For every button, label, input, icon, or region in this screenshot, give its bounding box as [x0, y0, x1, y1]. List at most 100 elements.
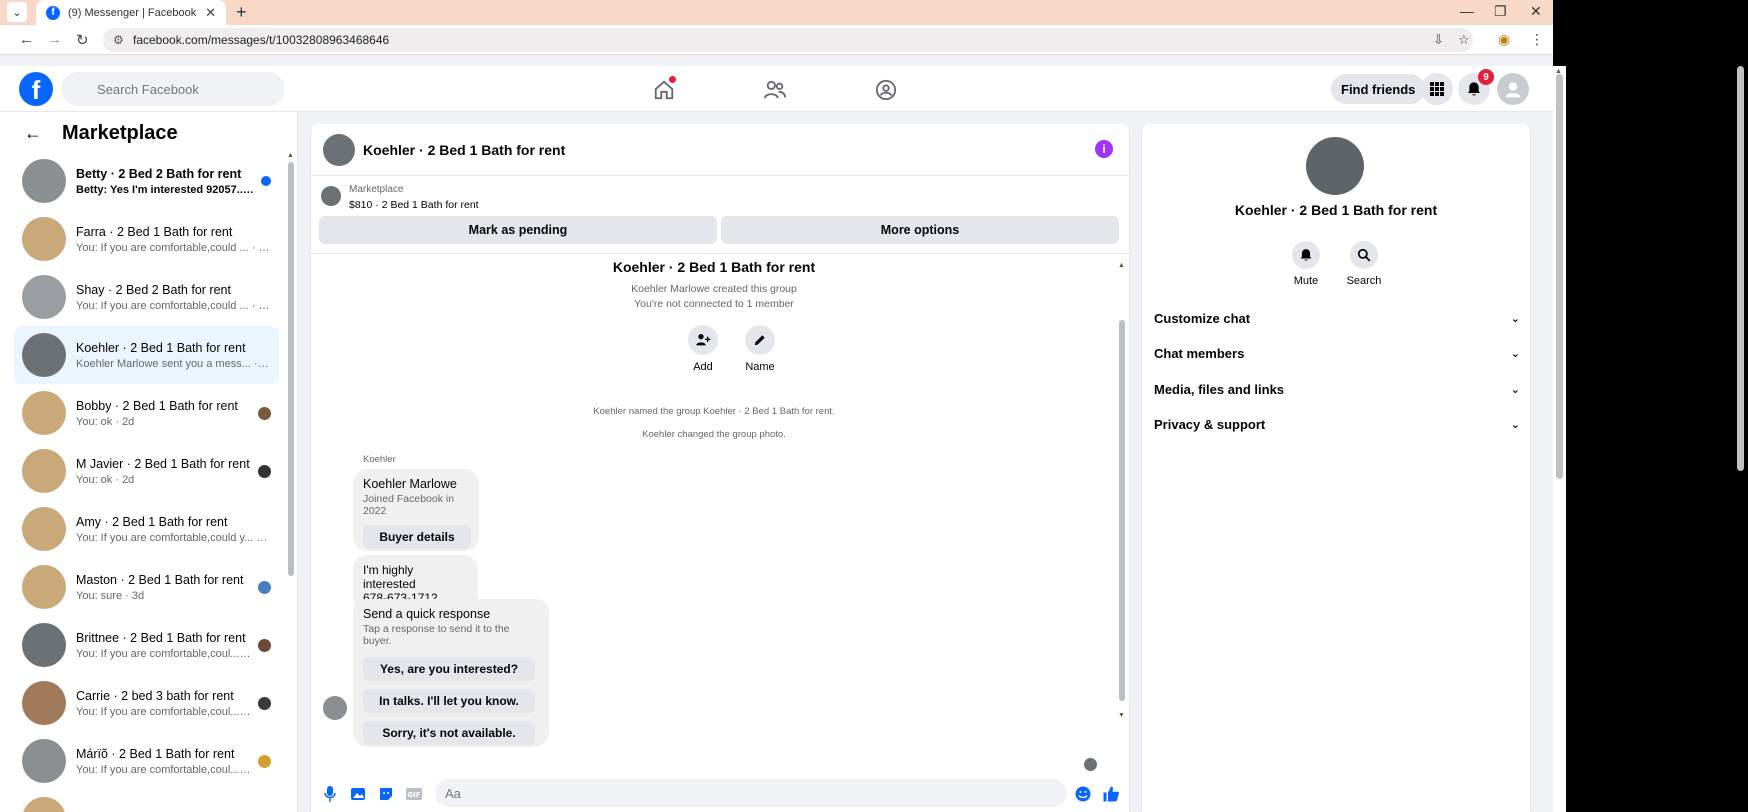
unread-dot — [261, 176, 271, 186]
gif-icon[interactable]: GIF — [405, 785, 423, 803]
conversation-item[interactable]: Brittnee · 2 Bed 1 Bath for rent You: If … — [14, 616, 279, 674]
conversation-item[interactable]: Maston · 2 Bed 1 Bath for rent You: sure … — [14, 558, 279, 616]
preview-text: You: sure · 3d — [76, 589, 145, 602]
preview-text: You: If you are comfortable,coul... — [76, 763, 240, 776]
conversation-info-icon[interactable]: i — [1095, 140, 1113, 158]
chat-members-section[interactable]: Chat members ⌄ — [1154, 338, 1520, 368]
photo-icon[interactable] — [349, 785, 367, 803]
message-thread: Koehler · 2 Bed 1 Bath for rent Koehler … — [311, 255, 1117, 777]
find-friends-button[interactable]: Find friends — [1331, 74, 1426, 104]
forward-button[interactable]: → — [47, 31, 62, 48]
chat-title[interactable]: Koehler · 2 Bed 1 Bath for rent — [363, 142, 565, 158]
sender-avatar[interactable] — [323, 696, 347, 720]
outer-scrollbar[interactable] — [1735, 66, 1745, 812]
scroll-up-arrow[interactable]: ▲ — [287, 152, 294, 159]
conversation-name: Amy · 2 Bed 1 Bath for rent — [76, 514, 228, 529]
back-arrow-icon[interactable]: ← — [24, 123, 42, 144]
name-label: Name — [745, 361, 775, 373]
search-facebook-input[interactable] — [61, 72, 285, 106]
section-label: Media, files and links — [1154, 381, 1285, 397]
conversation-time: · 25m — [251, 241, 271, 254]
site-info-icon[interactable]: ⚙ — [113, 33, 124, 47]
conversation-item[interactable]: Koehler · 2 Bed 1 Bath for rent Koehler M… — [14, 326, 279, 384]
conversation-preview: You: sure · 3d — [76, 590, 252, 602]
close-window-button[interactable]: ✕ — [1530, 3, 1542, 20]
conversation-item[interactable]: Amy · 2 Bed 1 Bath for rent You: If you a… — [14, 500, 279, 558]
reload-button[interactable]: ↻ — [76, 31, 89, 49]
minimize-button[interactable]: — — [1460, 3, 1474, 19]
new-tab-button[interactable]: + — [236, 2, 247, 23]
conversation-item[interactable]: Bobby · 2 Bed 1 Bath for rent You: ok · 2… — [14, 384, 279, 442]
quick-response-yes-button[interactable]: Yes, are you interested? — [363, 657, 535, 681]
conversation-item[interactable]: M Javier · 2 Bed 1 Bath for rent You: ok … — [14, 442, 279, 500]
message-input[interactable] — [435, 779, 1067, 807]
privacy-support-section[interactable]: Privacy & support ⌄ — [1154, 409, 1520, 439]
conversation-preview: You: If you are comfortable,coul... · 3d — [76, 706, 252, 718]
seen-avatar — [258, 580, 271, 594]
sender-name: Koehler — [363, 454, 396, 465]
chevron-down-icon: ⌄ — [1510, 418, 1520, 431]
conversation-thumbnail — [22, 623, 66, 667]
browser-tab[interactable]: f (9) Messenger | Facebook ✕ — [36, 0, 226, 25]
svg-text:GIF: GIF — [407, 791, 420, 799]
page-scrollbar[interactable]: ▲ — [1553, 66, 1566, 812]
mute-action[interactable]: Mute — [1281, 241, 1331, 287]
url-bar[interactable]: ⚙ facebook.com/messages/t/10032808963468… — [103, 28, 1473, 52]
buyer-details-button[interactable]: Buyer details — [363, 525, 471, 549]
read-receipt-avatar — [1084, 758, 1097, 771]
listing-price[interactable]: $810 · 2 Bed 1 Bath for rent — [349, 199, 479, 211]
conversation-item[interactable]: Márïõ · 2 Bed 1 Bath for rent You: If you… — [14, 732, 279, 790]
browser-window: ⌄ f (9) Messenger | Facebook ✕ + — ❐ ✕ ←… — [0, 0, 1553, 812]
section-label: Customize chat — [1154, 310, 1251, 326]
quick-response-not-available-button[interactable]: Sorry, it's not available. — [363, 721, 535, 745]
bell-icon — [1468, 82, 1480, 96]
group-photo[interactable] — [1306, 137, 1364, 195]
friends-nav-icon[interactable] — [761, 76, 789, 104]
conversation-item[interactable]: Betty · 2 Bed 2 Bath for rent Betty: Yes … — [14, 152, 279, 210]
search-in-chat-action[interactable]: Search — [1339, 241, 1389, 287]
conversation-item[interactable]: Shay · 2 Bed 2 Bath for rent You: If you … — [14, 268, 279, 326]
conversation-item[interactable]: Farra · 2 Bed 1 Bath for rent You: If you… — [14, 210, 279, 268]
browser-menu-icon[interactable]: ⋮ — [1530, 31, 1544, 48]
chevron-down-icon: ⌄ — [1510, 347, 1520, 360]
address-bar: ← → ↻ ⚙ facebook.com/messages/t/10032808… — [0, 25, 1553, 55]
conversation-scrollbar[interactable] — [288, 162, 294, 576]
conversation-name: Shay · 2 Bed 2 Bath for rent — [76, 282, 231, 297]
listing-thumbnail[interactable] — [321, 186, 341, 206]
conversation-time: · 12h — [253, 357, 271, 370]
back-button[interactable]: ← — [19, 31, 34, 48]
bookmark-star-icon[interactable]: ☆ — [1458, 32, 1470, 48]
close-tab-icon[interactable]: ✕ — [205, 5, 216, 21]
quick-response-bubble: Send a quick response Tap a response to … — [353, 599, 549, 747]
conversation-preview: You: ok · 2d — [76, 416, 252, 428]
notifications-badge: 9 — [1478, 69, 1494, 85]
thumbs-up-icon[interactable] — [1102, 785, 1120, 803]
system-message-rename: Koehler named the group Koehler · 2 Bed … — [593, 406, 835, 417]
chat-scrollbar[interactable]: ▲ ▼ — [1118, 262, 1125, 719]
media-files-links-section[interactable]: Media, files and links ⌄ — [1154, 374, 1520, 404]
chat-avatar[interactable] — [323, 133, 355, 166]
more-options-button[interactable]: More options — [721, 216, 1119, 244]
rename-group-action[interactable]: Name — [735, 325, 785, 373]
account-avatar[interactable] — [1497, 73, 1529, 105]
menu-grid-button[interactable] — [1421, 73, 1453, 105]
facebook-logo[interactable]: f — [19, 72, 53, 106]
notifications-button[interactable]: 9 — [1458, 69, 1494, 105]
conversation-item[interactable]: Carrie · 2 bed 3 bath for rent You: If yo… — [14, 674, 279, 732]
tab-search-button[interactable]: ⌄ — [7, 2, 27, 22]
add-member-action[interactable]: Add — [678, 325, 728, 373]
install-app-icon[interactable]: ⇩ — [1433, 32, 1444, 48]
conversation-name: Márïõ · 2 Bed 1 Bath for rent — [76, 746, 235, 761]
profile-icon[interactable]: ◉ — [1498, 31, 1510, 48]
groups-nav-icon[interactable] — [872, 76, 900, 104]
restore-button[interactable]: ❐ — [1494, 3, 1507, 20]
home-nav-icon[interactable] — [650, 76, 678, 104]
customize-chat-section[interactable]: Customize chat ⌄ — [1154, 303, 1520, 333]
sticker-icon[interactable] — [377, 785, 395, 803]
quick-response-in-talks-button[interactable]: In talks. I'll let you know. — [363, 689, 535, 713]
emoji-icon[interactable] — [1074, 785, 1092, 803]
mark-as-pending-button[interactable]: Mark as pending — [319, 216, 717, 244]
conversation-item[interactable]: Lukas · 2 Bed 1 Bath for rent — [14, 790, 279, 812]
conversation-name: Farra · 2 Bed 1 Bath for rent — [76, 224, 233, 239]
microphone-icon[interactable] — [321, 785, 339, 803]
